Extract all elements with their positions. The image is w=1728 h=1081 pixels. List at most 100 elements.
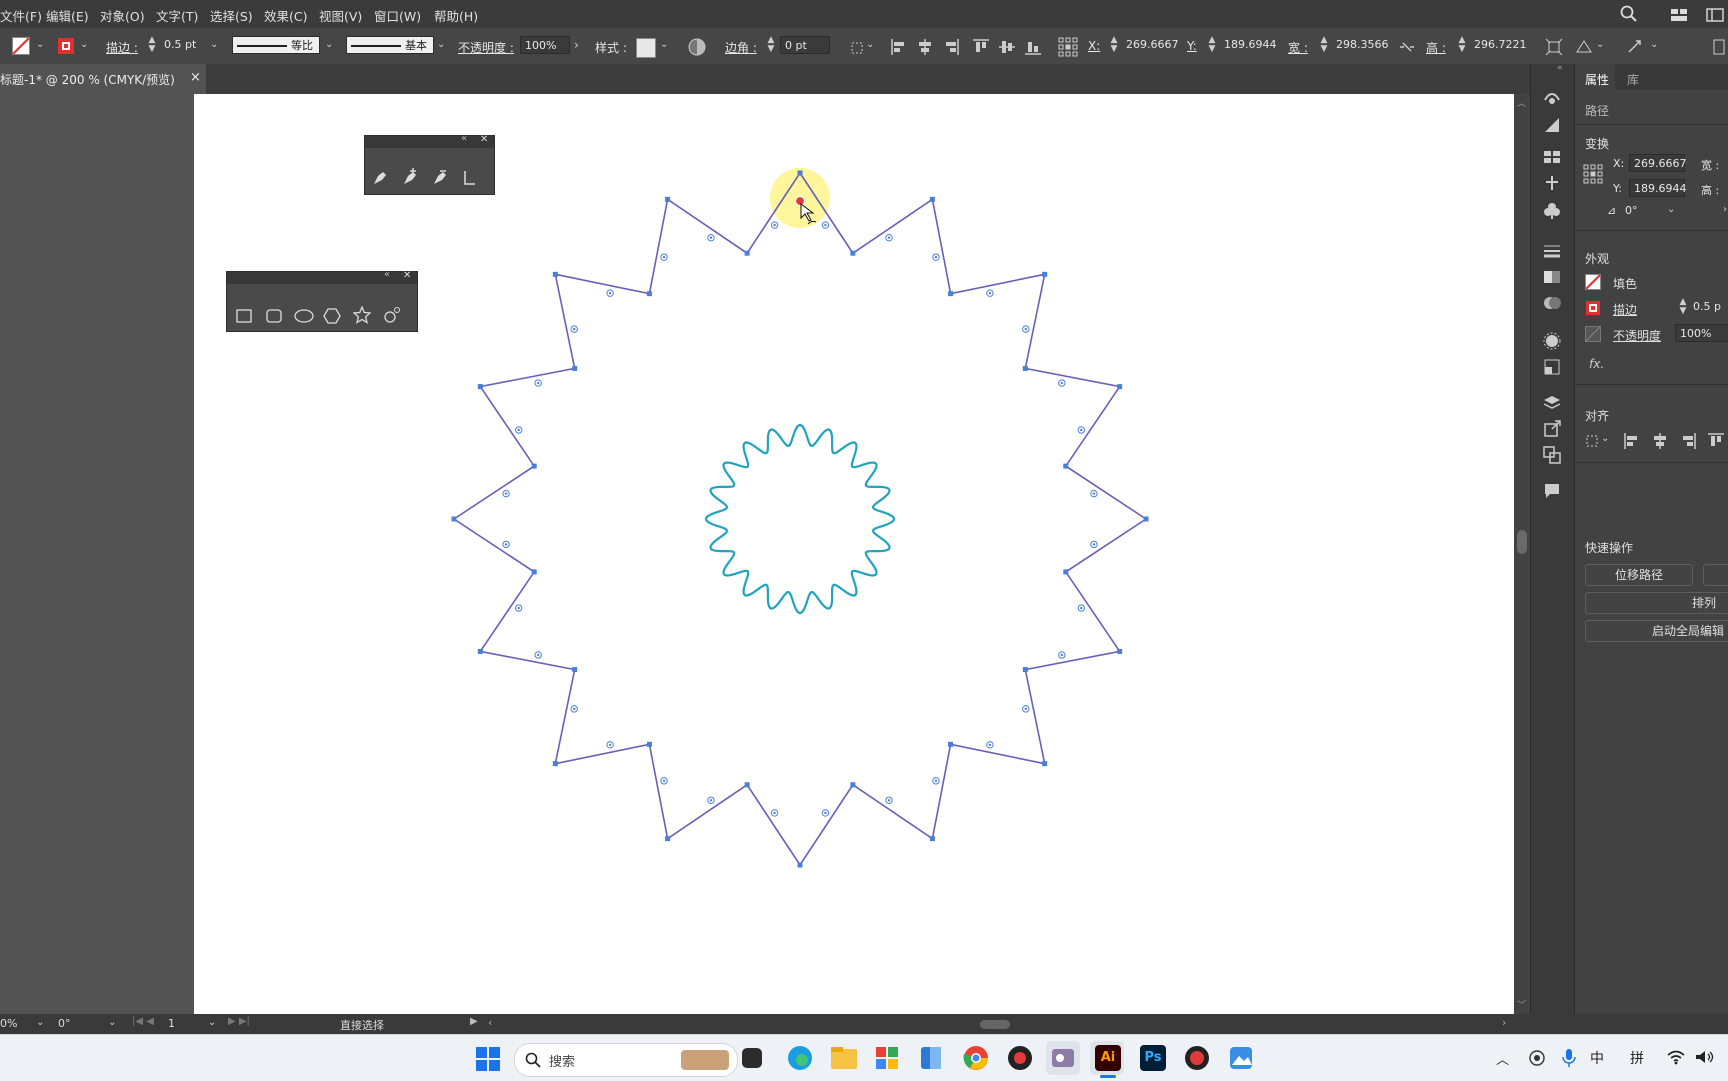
flare-tool-icon[interactable] [383,306,401,324]
ellipse-tool-icon[interactable] [293,308,315,324]
chevron-down-icon[interactable]: ⌄ [1601,433,1609,444]
wifi-icon[interactable] [1666,1049,1686,1065]
record-app-icon[interactable] [1183,1044,1211,1072]
anchor-point[interactable] [744,250,750,256]
align-to-icon[interactable] [1585,432,1601,448]
clubs-icon[interactable] [1543,202,1561,220]
anchor-point[interactable] [531,569,537,575]
horizontal-scroll-thumb[interactable] [980,1020,1010,1029]
scroll-up-icon[interactable]: ︿ [1517,96,1526,109]
anchor-point[interactable] [948,291,954,297]
scroll-right-icon[interactable]: › [1502,1016,1506,1029]
last-artboard-icon[interactable]: ▶ ▶| [228,1016,250,1027]
x-field[interactable]: 269.6667 [1629,154,1687,172]
file-explorer-icon[interactable] [830,1045,858,1071]
taskbar-search-box[interactable]: 搜索 [514,1043,738,1077]
chevron-down-icon[interactable]: ⌄ [108,1017,116,1028]
video-app-icon[interactable] [1050,1045,1076,1071]
stroke-label[interactable]: 描边 [1613,301,1637,318]
anchor-point-tool-icon[interactable] [461,168,479,186]
close-icon[interactable]: ✕ [480,134,488,145]
reference-point-icon[interactable] [1583,164,1603,184]
anchor-point[interactable] [948,741,954,747]
anchor-point[interactable] [1022,365,1028,371]
rounded-rectangle-tool-icon[interactable] [265,308,283,324]
anchor-point[interactable] [646,741,652,747]
brushes-icon[interactable] [1543,88,1561,106]
offset-path-button[interactable]: 位移路径 [1585,564,1693,586]
comments-icon[interactable] [1543,482,1561,500]
align-right-icon[interactable] [1679,432,1697,450]
transparency-icon[interactable] [1543,294,1561,312]
layers-icon[interactable] [1543,394,1561,412]
stroke-weight-field[interactable]: 0.5 p [1689,298,1728,316]
rotation-value[interactable]: 0° [58,1017,71,1030]
recorder-icon[interactable] [1007,1045,1033,1071]
panel-header[interactable]: « ✕ [365,133,494,148]
anchor-point[interactable] [572,667,578,673]
anchor-points[interactable] [451,170,1149,868]
stepper-icon[interactable]: ▲ ▼ [1679,298,1687,316]
collapse-icon[interactable]: « [461,133,467,144]
anchor-point[interactable] [646,291,652,297]
anchor-point[interactable] [850,250,856,256]
stroke-panel-icon[interactable] [1543,242,1561,260]
photos-app-icon[interactable] [1228,1045,1254,1071]
panel-header[interactable]: « ✕ [227,269,417,284]
search-icon[interactable] [1620,5,1638,23]
pen-icon[interactable] [371,168,389,186]
anchor-point[interactable] [1117,384,1123,390]
anchor-point[interactable] [1022,667,1028,673]
fx-icon[interactable]: fx. [1589,357,1604,371]
anchor-point[interactable] [1117,648,1123,654]
anchor-point[interactable] [744,782,750,788]
vertical-scrollbar[interactable]: ︿ ﹀ [1514,94,1530,1014]
graphic-styles-icon[interactable] [1543,358,1561,376]
ime-pinyin-indicator[interactable]: 拼 [1630,1048,1644,1068]
more-transform-icon[interactable]: › [1723,204,1727,215]
polygon-tool-icon[interactable] [323,307,341,325]
edge-icon[interactable] [786,1044,814,1072]
align-left-icon[interactable] [1623,432,1641,450]
volume-icon[interactable] [1694,1049,1716,1065]
anchor-point[interactable] [477,384,483,390]
wavy-circle-path[interactable] [704,423,896,615]
anchor-point[interactable] [451,516,457,522]
anchor-point[interactable] [1143,516,1149,522]
anchor-point[interactable] [850,782,856,788]
anchor-point[interactable] [1042,761,1048,767]
artboards-icon[interactable] [1543,446,1561,464]
export-icon[interactable] [1543,420,1561,438]
anchor-point[interactable] [1063,569,1069,575]
anchor-point[interactable] [797,862,803,868]
collapse-icon[interactable]: « [384,269,390,280]
anchor-point[interactable] [665,836,671,842]
chevron-down-icon[interactable]: ⌄ [36,1017,44,1028]
status-menu-icon[interactable]: ▶ [470,1016,478,1027]
chrome-icon[interactable] [962,1044,990,1072]
chevron-down-icon[interactable]: ⌄ [1650,39,1658,50]
arrange-button[interactable]: 排列 [1585,592,1728,614]
collapse-panels-icon[interactable]: « [1557,63,1563,73]
tab-libraries[interactable]: 库 [1627,71,1639,88]
anchor-point[interactable] [929,196,935,202]
task-view-icon[interactable] [742,1048,762,1068]
add-anchor-pen-icon[interactable] [401,168,419,186]
anchor-point[interactable] [552,761,558,767]
scroll-left-icon[interactable]: ‹ [488,1016,492,1029]
artwork-layer[interactable] [0,0,1514,1014]
microphone-icon[interactable] [1562,1048,1576,1068]
notes-app-icon[interactable] [918,1045,944,1071]
align-top-icon[interactable] [1707,432,1725,450]
isolate-icon[interactable] [1626,38,1644,56]
ime-mode-indicator[interactable]: 中 [1590,1048,1604,1068]
scrollbar-thumb[interactable] [1517,530,1527,554]
tray-app-icon[interactable] [1528,1049,1546,1067]
star-tool-icon[interactable] [353,306,371,324]
arrange-documents-icon[interactable] [1706,8,1724,22]
angle-field[interactable]: 0° [1621,202,1671,220]
symbols-icon[interactable] [1543,174,1561,192]
anchor-point[interactable] [572,365,578,371]
quick-action-button-2[interactable] [1703,564,1728,586]
app-icon[interactable] [874,1045,900,1071]
